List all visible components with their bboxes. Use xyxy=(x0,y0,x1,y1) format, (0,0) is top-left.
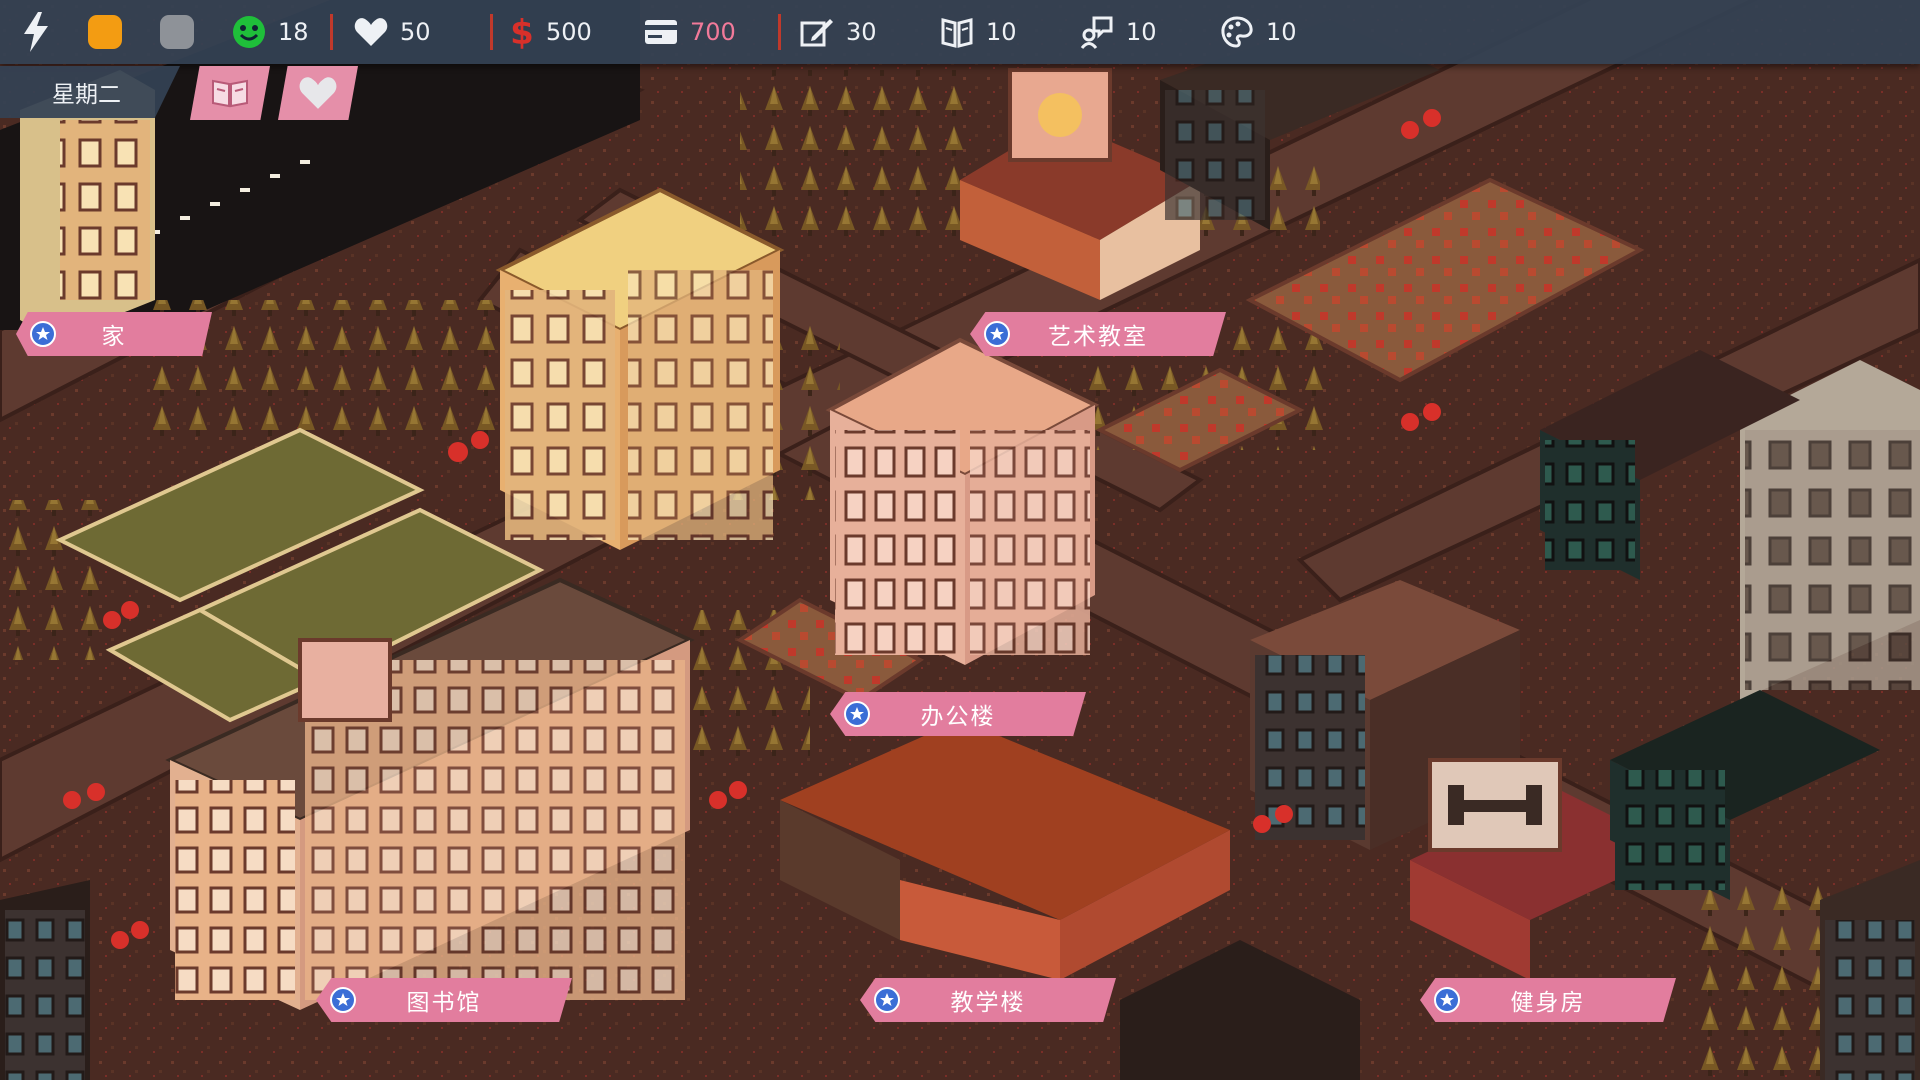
social-stat: 10 xyxy=(1080,0,1157,64)
gray-dot-shape xyxy=(160,15,194,49)
location-gym[interactable]: 健身房 xyxy=(1420,978,1676,1022)
card-value: 700 xyxy=(690,18,736,46)
location-pin-icon xyxy=(874,987,900,1013)
money-value: 500 xyxy=(546,18,592,46)
energy-indicator[interactable] xyxy=(22,0,50,64)
location-pin-icon xyxy=(330,987,356,1013)
knowledge-value: 10 xyxy=(986,18,1017,46)
hud-separator xyxy=(778,14,781,50)
health-stat: 50 xyxy=(354,0,431,64)
location-home[interactable]: 家 xyxy=(16,312,212,356)
hud-bar: 18 50 $ 500 700 30 10 10 10 xyxy=(0,0,1920,64)
gray-status-dot[interactable] xyxy=(160,0,194,64)
location-pin-icon xyxy=(844,701,870,727)
writing-stat: 30 xyxy=(800,0,877,64)
health-value: 50 xyxy=(400,18,431,46)
card-stat: 700 xyxy=(644,0,736,64)
city-map xyxy=(0,0,1920,1080)
pencil-icon xyxy=(800,19,833,47)
day-label: 星期二 xyxy=(52,82,121,108)
palette-stat-icon xyxy=(1221,16,1253,48)
relationship-button[interactable] xyxy=(278,66,358,120)
location-pin-icon xyxy=(30,321,56,347)
writing-value: 30 xyxy=(846,18,877,46)
social-value: 10 xyxy=(1126,18,1157,46)
heart-icon xyxy=(299,77,337,109)
location-pin-icon xyxy=(984,321,1010,347)
book-icon xyxy=(212,79,248,108)
card-icon xyxy=(645,20,677,44)
book-stat-icon xyxy=(941,18,973,48)
dollar-icon: $ xyxy=(510,14,534,50)
lightning-icon xyxy=(24,12,48,52)
svg-text:$: $ xyxy=(510,14,534,50)
heart-icon xyxy=(354,18,388,46)
knowledge-stat: 10 xyxy=(940,0,1017,64)
location-art-classroom[interactable]: 艺术教室 xyxy=(970,312,1226,356)
hud-separator xyxy=(490,14,493,50)
chat-stat-icon xyxy=(1080,16,1113,49)
location-office[interactable]: 办公楼 xyxy=(830,692,1086,736)
art-value: 10 xyxy=(1266,18,1297,46)
location-teaching-building[interactable]: 教学楼 xyxy=(860,978,1116,1022)
mood-stat: 18 xyxy=(232,0,309,64)
money-stat: $ 500 xyxy=(510,0,592,64)
hud-separator xyxy=(330,14,333,50)
art-stat: 10 xyxy=(1220,0,1297,64)
location-library[interactable]: 图书馆 xyxy=(316,978,572,1022)
location-pin-icon xyxy=(1434,987,1460,1013)
smiley-icon xyxy=(233,16,265,48)
orange-dot-shape xyxy=(88,15,122,49)
mood-value: 18 xyxy=(278,18,309,46)
orange-status-dot[interactable] xyxy=(88,0,122,64)
day-indicator: 星期二 xyxy=(0,66,180,118)
journal-button[interactable] xyxy=(190,66,270,120)
